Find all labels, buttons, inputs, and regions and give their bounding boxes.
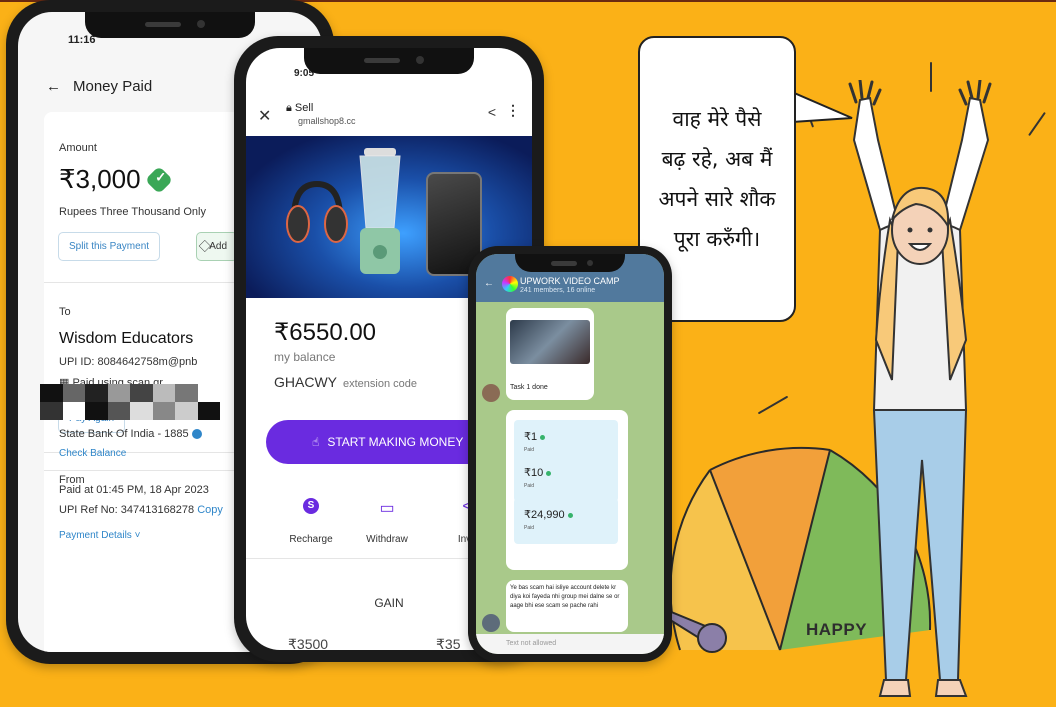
payment-amount: ₹1 — [524, 431, 538, 443]
phone-notch — [515, 254, 625, 272]
split-payment-button[interactable]: Split this Payment — [58, 232, 161, 261]
group-name: UPWORK VIDEO CAMP — [520, 276, 620, 286]
to-label: To — [59, 306, 71, 318]
gauge-pivot — [697, 623, 727, 653]
sender-avatar — [482, 614, 500, 632]
recharge-icon: S — [303, 498, 319, 514]
extension-code-label: extension code — [343, 378, 417, 390]
decor-line — [1028, 111, 1046, 137]
chevron-down-icon: ˅ — [134, 530, 141, 541]
amount-words: Rupees Three Thousand Only — [59, 206, 206, 218]
amount-value: ₹3,000 — [59, 164, 141, 194]
payment-amount-row: ₹24,990 — [524, 508, 573, 521]
payment-status: Paid — [524, 525, 535, 531]
page-url: gmallshop8.cc — [298, 116, 356, 126]
upi-ref-row: UPI Ref No: 347413168278 Copy — [59, 504, 223, 516]
speech-text: वाह मेरे पैसे बढ़ रहे, अब मैं अपने सारे … — [658, 107, 776, 251]
chat-screen: ← UPWORK VIDEO CAMP 241 members, 16 onli… — [476, 254, 664, 654]
withdraw-icon: ▭ — [379, 500, 395, 517]
status-time: 11:16 — [68, 34, 96, 46]
copy-link[interactable]: Copy — [197, 504, 223, 516]
chat-image — [510, 320, 590, 364]
more-options-icon[interactable]: ⋮ — [506, 102, 520, 119]
message-input[interactable]: Text not allowed — [476, 634, 664, 654]
amount-row: ₹3,000 — [59, 164, 173, 195]
happy-woman-illustration — [848, 80, 992, 697]
add-label: Add — [209, 241, 228, 252]
success-dot-icon — [546, 470, 552, 476]
task-done-text: Task 1 done — [510, 384, 548, 391]
payment-amount: ₹10 — [524, 467, 544, 479]
extension-code-row: GHACWY extension code — [274, 374, 417, 390]
share-icon[interactable]: < — [488, 104, 496, 120]
success-dot-icon — [540, 434, 546, 440]
payment-status: Paid — [524, 483, 535, 489]
gain-value-right: ₹35 — [436, 636, 461, 650]
withdraw-action[interactable]: ▭ Withdraw — [352, 498, 422, 545]
success-dot-icon — [567, 512, 573, 518]
recharge-action[interactable]: S Recharge — [276, 498, 346, 545]
chat-message-scam[interactable]: Ye bas scam hai isliye account delete kr… — [506, 580, 628, 632]
browser-topbar: ✕ 🔒︎ Sell gmallshop8.cc < ⋮ — [246, 96, 532, 136]
group-members: 241 members, 16 online — [520, 287, 596, 294]
headphones-image — [286, 180, 348, 243]
back-arrow-icon[interactable]: ← — [484, 278, 494, 289]
payment-amount-row: ₹1 — [524, 430, 546, 443]
balance-amount: ₹6550.00 — [274, 319, 377, 346]
close-icon[interactable]: ✕ — [258, 106, 271, 126]
payment-card: ₹10 Paid — [514, 456, 618, 502]
phone-notch — [85, 12, 255, 38]
verified-check-icon — [144, 165, 173, 194]
payment-details-link[interactable]: Payment Details ˅ — [59, 530, 140, 541]
withdraw-label: Withdraw — [366, 534, 408, 545]
blender-image — [359, 148, 401, 274]
chat-message-image[interactable]: Task 1 done — [506, 308, 594, 400]
redacted-sender-name — [40, 384, 220, 420]
paid-at: Paid at 01:45 PM, 18 Apr 2023 — [59, 484, 209, 496]
payment-card: ₹24,990 Paid — [514, 498, 618, 544]
sender-avatar — [482, 384, 500, 402]
back-arrow-icon[interactable]: ← — [46, 78, 61, 95]
receipt-header: ← Money Paid — [46, 78, 152, 95]
add-button[interactable]: ⃟ Add — [196, 232, 239, 261]
upi-id: UPI ID: 8084642758m@pnb — [59, 356, 198, 368]
payment-amount: ₹24,990 — [524, 509, 565, 521]
payee-name: Wisdom Educators — [59, 330, 194, 347]
upi-ref: UPI Ref No: 347413168278 — [59, 504, 195, 516]
check-balance-link[interactable]: Check Balance — [59, 448, 126, 459]
cta-label: START MAKING MONEY — [327, 435, 464, 449]
tap-hand-icon: ☝︎ — [312, 435, 320, 449]
bank-info-icon — [191, 429, 202, 440]
amount-label: Amount — [59, 142, 97, 154]
recharge-label: Recharge — [289, 534, 333, 545]
bank-row: State Bank Of India - 1885 — [59, 428, 202, 440]
balance-label: my balance — [274, 350, 336, 364]
phone-notch — [304, 48, 474, 74]
phone-telegram-chat: ← UPWORK VIDEO CAMP 241 members, 16 onli… — [468, 246, 672, 662]
lock-icon: 🔒︎ — [286, 102, 295, 114]
payment-details-text: Payment Details — [59, 530, 132, 541]
bank-name: State Bank Of India - 1885 — [59, 428, 189, 440]
group-avatar — [502, 276, 518, 292]
payment-amount-row: ₹10 — [524, 466, 552, 479]
gain-value-left: ₹3500 — [288, 636, 329, 650]
page-title: Sell — [294, 102, 314, 114]
payment-status: Paid — [524, 447, 535, 453]
scam-message-text: Ye bas scam hai isliye account delete kr… — [510, 585, 620, 609]
extension-code: GHACWY — [274, 374, 337, 390]
chat-message-payments[interactable]: ₹1 Paid ₹10 Paid ₹24,990 Paid — [506, 410, 628, 570]
page-title-row: 🔒︎ Sell — [286, 102, 313, 115]
page-title: Money Paid — [73, 78, 153, 95]
